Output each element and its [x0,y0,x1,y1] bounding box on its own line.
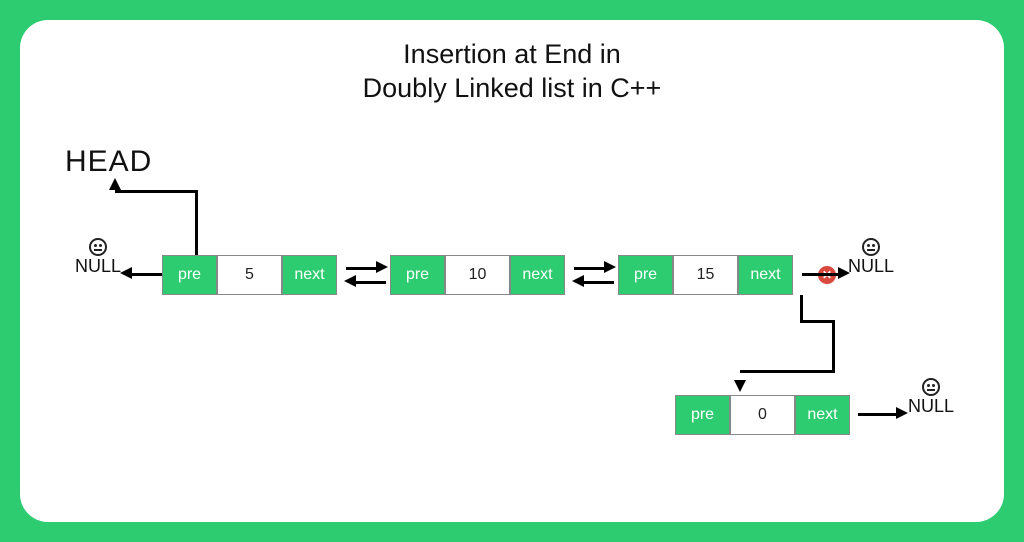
null-right-bottom: NULL [908,378,954,417]
neutral-face-icon-3 [922,378,940,396]
arrowhead-n3-next-null-old [838,267,850,279]
conn-1-2-bot [356,281,386,284]
null-text-right-bottom: NULL [908,396,954,417]
node-new-value: 0 [730,395,795,435]
arrowhead-into-new2 [734,380,746,392]
node-3-prev: pre [618,255,673,295]
node-1-value: 5 [217,255,282,295]
node-3: pre 15 next [618,255,793,295]
arrow-down-v [800,295,803,323]
diagram-canvas: Insertion at End in Doubly Linked list i… [20,20,1004,522]
arrow-down-h2 [740,370,835,373]
arrow-n3-next-null-old [802,273,840,276]
arrow-n1-prev-null [132,273,162,276]
head-arrow-vertical [195,190,198,255]
null-text-left: NULL [75,256,121,277]
null-right-top: NULL [848,238,894,277]
node-2: pre 10 next [390,255,565,295]
node-2-next: next [510,255,565,295]
head-arrow-horizontal [115,190,198,193]
conn-1-2-top-head [376,261,388,273]
head-arrowhead [109,178,121,190]
node-new-next: next [795,395,850,435]
node-new-prev: pre [675,395,730,435]
arrow-down-h1 [800,320,835,323]
conn-1-2-top [346,267,376,270]
conn-2-3-top-head [604,261,616,273]
node-3-next: next [738,255,793,295]
neutral-face-icon [89,238,107,256]
arrowhead-n1-prev-null [120,267,132,279]
null-left: NULL [75,238,121,277]
node-new: pre 0 next [675,395,850,435]
conn-1-2-bot-head [344,275,356,287]
node-2-value: 10 [445,255,510,295]
arrow-down-v2 [832,320,835,370]
null-text-right-top: NULL [848,256,894,277]
conn-2-3-top [574,267,604,270]
arrow-nnew-next-null [858,413,898,416]
neutral-face-icon-2 [862,238,880,256]
head-label: HEAD [65,145,152,179]
node-1-next: next [282,255,337,295]
node-1-prev: pre [162,255,217,295]
node-3-value: 15 [673,255,738,295]
conn-2-3-bot-head [572,275,584,287]
node-2-prev: pre [390,255,445,295]
conn-2-3-bot [584,281,614,284]
node-1: pre 5 next [162,255,337,295]
diagram-stage: HEAD NULL pre 5 next pre 10 next [20,20,1004,522]
arrowhead-nnew-next-null [896,407,908,419]
